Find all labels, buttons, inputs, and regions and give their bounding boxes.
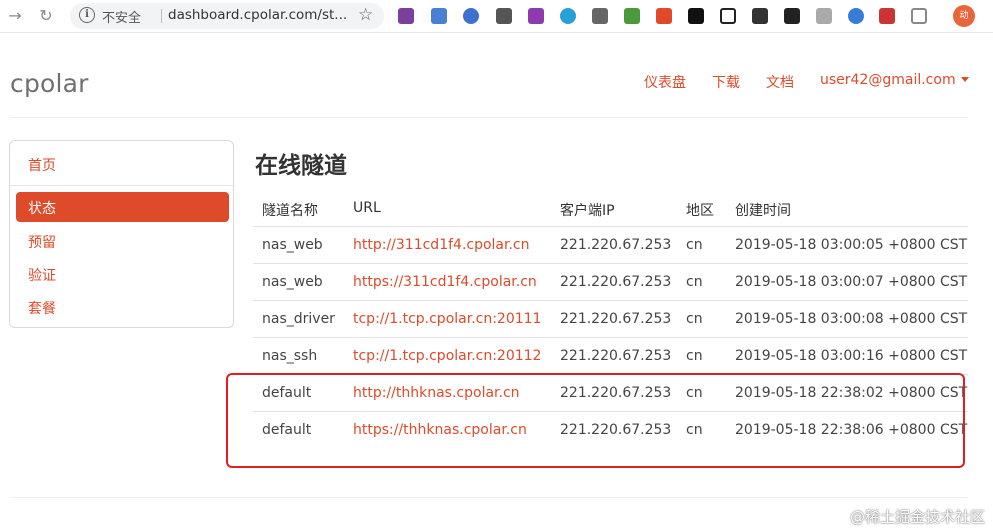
client-ip-cell: 221.220.67.253: [560, 237, 672, 253]
browser-toolbar: → ↻ i 不安全 dashboard.cpolar.com/st... ☆ 动: [0, 0, 993, 33]
row-divider: [253, 300, 968, 301]
client-ip-cell: 221.220.67.253: [560, 311, 672, 327]
asterisk-extension-icon[interactable]: [656, 8, 672, 24]
region-cell: cn: [686, 348, 703, 364]
created-time-cell: 2019-05-18 03:00:16 +0800 CST: [735, 348, 968, 364]
client-ip-cell: 221.220.67.253: [560, 348, 672, 364]
nav-download-link[interactable]: 下载: [712, 72, 740, 92]
jb-extension-icon[interactable]: [688, 8, 704, 24]
url-text[interactable]: dashboard.cpolar.com/st...: [168, 7, 347, 23]
column-header-created: 创建时间: [735, 203, 791, 219]
reload-icon[interactable]: ↻: [36, 6, 56, 26]
site-logo[interactable]: cpolar: [10, 69, 89, 98]
nav-user-menu[interactable]: user42@gmail.com: [820, 72, 969, 88]
tunnel-url-link[interactable]: tcp://1.tcp.cpolar.cn:20112: [353, 348, 541, 364]
column-header-region: 地区: [686, 203, 714, 219]
created-time-cell: 2019-05-18 03:00:08 +0800 CST: [735, 311, 968, 327]
tunnel-name-cell: nas_web: [262, 237, 323, 253]
tunnel-name-cell: nas_driver: [262, 311, 335, 327]
row-divider: [253, 337, 968, 338]
page-title: 在线隧道: [255, 153, 347, 179]
nav-dashboard-link[interactable]: 仪表盘: [644, 72, 686, 92]
client-ip-cell: 221.220.67.253: [560, 274, 672, 290]
column-header-url: URL: [353, 200, 381, 216]
tunnel-url-link[interactable]: https://311cd1f4.cpolar.cn: [353, 274, 537, 290]
footer-divider: [10, 497, 967, 498]
created-time-cell: 2019-05-18 03:00:05 +0800 CST: [735, 237, 968, 253]
tunnel-name-cell: nas_web: [262, 274, 323, 290]
sidebar-divider: [10, 185, 233, 186]
address-bar[interactable]: i 不安全 dashboard.cpolar.com/st... ☆: [70, 3, 384, 29]
n-extension-icon[interactable]: [720, 8, 736, 24]
tab-extension-icon[interactable]: [496, 8, 512, 24]
insecure-label: 不安全: [102, 11, 142, 26]
guard-extension-icon[interactable]: [911, 8, 927, 24]
rp-extension-icon[interactable]: [528, 8, 544, 24]
info-icon[interactable]: i: [79, 7, 95, 23]
chevron-down-icon: [960, 77, 969, 82]
nav-docs-link[interactable]: 文档: [766, 72, 794, 92]
user-email: user42@gmail.com: [820, 72, 956, 88]
created-time-cell: 2019-05-18 03:00:07 +0800 CST: [735, 274, 968, 290]
sidebar-item-status-label: 状态: [28, 201, 56, 217]
region-cell: cn: [686, 274, 703, 290]
column-header-client-ip: 客户端IP: [560, 203, 615, 219]
sidebar-item-verify[interactable]: 验证: [28, 265, 56, 285]
sidebar-item-reserve[interactable]: 预留: [28, 232, 56, 252]
forward-icon[interactable]: →: [5, 6, 25, 26]
watermark: @稀土掘金技术社区: [849, 508, 985, 526]
region-cell: cn: [686, 311, 703, 327]
row-divider: [253, 263, 968, 264]
table-header-divider: [253, 226, 968, 227]
address-separator: [161, 9, 162, 23]
check-extension-icon[interactable]: [848, 8, 864, 24]
qr-extension-icon[interactable]: [752, 8, 768, 24]
highlight-box: [226, 373, 965, 468]
download-extension-icon[interactable]: [624, 8, 640, 24]
translate-extension-icon[interactable]: [431, 8, 447, 24]
sidebar: 首页 状态 预留 验证 套餐: [9, 140, 234, 328]
eye-extension-icon[interactable]: [463, 8, 479, 24]
sync-extension-icon[interactable]: [560, 8, 576, 24]
bookmark-star-icon[interactable]: ☆: [358, 5, 373, 25]
shield-extension-icon[interactable]: [816, 8, 832, 24]
sidebar-item-status[interactable]: 状态: [16, 192, 229, 222]
sidebar-item-plan[interactable]: 套餐: [28, 298, 56, 318]
header-divider: [10, 117, 967, 118]
tunnel-name-cell: nas_ssh: [262, 348, 318, 364]
microscope-extension-icon[interactable]: [592, 8, 608, 24]
proxy-extension-icon[interactable]: [879, 8, 895, 24]
profile-avatar[interactable]: 动: [953, 5, 975, 27]
onenote-extension-icon[interactable]: [398, 8, 414, 24]
tunnel-url-link[interactable]: http://311cd1f4.cpolar.cn: [353, 237, 530, 253]
qr2-extension-icon[interactable]: [784, 8, 800, 24]
region-cell: cn: [686, 237, 703, 253]
column-header-name: 隧道名称: [262, 203, 318, 219]
tunnel-url-link[interactable]: tcp://1.tcp.cpolar.cn:20111: [353, 311, 541, 327]
sidebar-item-home[interactable]: 首页: [28, 155, 56, 175]
